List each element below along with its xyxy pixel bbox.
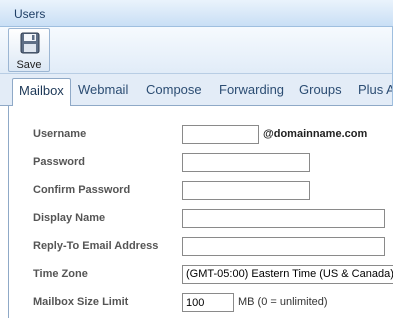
confirm-password-field[interactable]: [182, 181, 310, 200]
password-label: Password: [33, 156, 85, 168]
display-name-field[interactable]: [182, 209, 385, 228]
tab-mailbox[interactable]: Mailbox: [12, 78, 71, 106]
tab-forwarding[interactable]: Forwarding: [219, 82, 284, 97]
display-name-label: Display Name: [33, 212, 106, 224]
password-field[interactable]: [182, 153, 310, 172]
tab-strip: Mailbox Webmail Compose Forwarding Group…: [0, 74, 393, 106]
confirm-password-label: Confirm Password: [33, 184, 131, 196]
floppy-disk-icon: [20, 32, 40, 54]
reply-to-field[interactable]: [182, 237, 385, 256]
toolbar: Save: [0, 27, 393, 74]
window-title: Users: [14, 7, 46, 21]
mailbox-form-panel: Username @domainname.com Password Confir…: [8, 106, 393, 318]
reply-to-label: Reply-To Email Address: [33, 240, 159, 252]
mailbox-size-field[interactable]: [182, 293, 234, 312]
time-zone-select[interactable]: (GMT-05:00) Eastern Time (US & Canada): [182, 265, 393, 284]
mailbox-size-label: Mailbox Size Limit: [33, 296, 129, 308]
tab-webmail[interactable]: Webmail: [78, 82, 128, 97]
tab-groups[interactable]: Groups: [299, 82, 342, 97]
username-label: Username: [33, 128, 87, 140]
save-button[interactable]: Save: [8, 28, 50, 72]
username-field[interactable]: [182, 125, 259, 144]
tab-compose[interactable]: Compose: [146, 82, 202, 97]
window-titlebar: Users: [0, 0, 393, 27]
tab-plus-addressing[interactable]: Plus A: [358, 82, 393, 97]
save-button-label: Save: [16, 59, 42, 71]
domain-suffix: @domainname.com: [263, 128, 368, 140]
time-zone-label: Time Zone: [33, 268, 88, 280]
mailbox-size-hint: MB (0 = unlimited): [238, 296, 328, 308]
